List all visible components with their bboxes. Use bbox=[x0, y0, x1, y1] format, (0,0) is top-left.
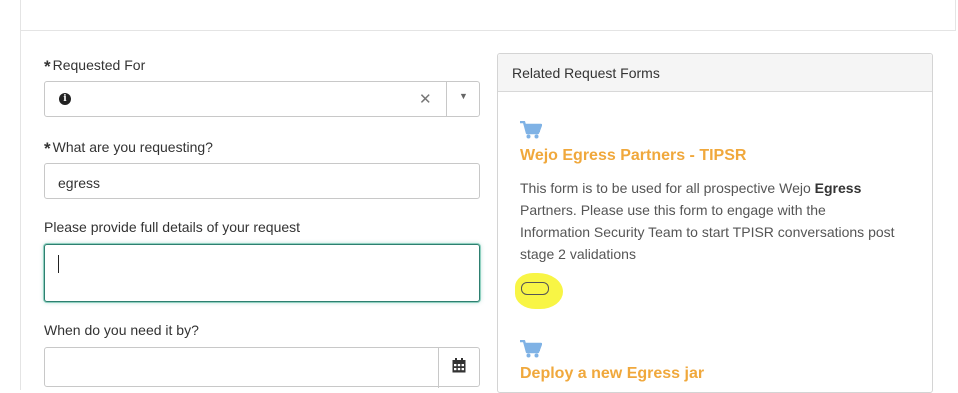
cart-icon[interactable] bbox=[520, 339, 543, 363]
tag-button[interactable] bbox=[521, 282, 549, 295]
calendar-divider bbox=[438, 348, 439, 388]
what-requesting-value: egress bbox=[58, 175, 101, 191]
related-forms-header: Related Request Forms bbox=[498, 54, 932, 92]
cart-icon[interactable] bbox=[520, 120, 543, 144]
top-panel bbox=[20, 0, 956, 31]
text-caret bbox=[58, 255, 59, 273]
related-form-title-link[interactable]: Wejo Egress Partners - TIPSR bbox=[520, 147, 746, 165]
description-highlight: Egress bbox=[814, 180, 862, 196]
what-requesting-label: What are you requesting? bbox=[52, 139, 213, 155]
need-by-date-input[interactable] bbox=[44, 347, 480, 388]
requested-for-select[interactable]: i ✕ ▼ bbox=[44, 81, 480, 117]
requested-for-label: Requested For bbox=[52, 57, 146, 73]
description-text: This form is to be used for all prospect… bbox=[520, 180, 815, 196]
related-form-description: This form is to be used for all prospect… bbox=[520, 177, 895, 265]
select-divider bbox=[446, 82, 447, 116]
related-form-title-link[interactable]: Deploy a new Egress jar bbox=[520, 365, 704, 383]
calendar-icon[interactable] bbox=[452, 358, 466, 376]
chevron-down-icon[interactable]: ▼ bbox=[459, 91, 468, 101]
form-border bbox=[20, 30, 21, 390]
requested-for-label-row: * Requested For bbox=[44, 55, 146, 76]
what-requesting-input[interactable]: egress bbox=[44, 163, 480, 199]
details-textarea[interactable] bbox=[44, 244, 480, 302]
required-marker: * bbox=[44, 57, 51, 76]
clear-icon[interactable]: ✕ bbox=[419, 90, 432, 108]
what-requesting-label-row: * What are you requesting? bbox=[44, 137, 213, 158]
info-icon: i bbox=[59, 93, 71, 105]
need-by-label: When do you need it by? bbox=[44, 322, 199, 338]
required-marker: * bbox=[44, 139, 51, 158]
details-label: Please provide full details of your requ… bbox=[44, 219, 301, 235]
description-text: Partners. Please use this form to engage… bbox=[520, 202, 895, 262]
related-forms-title: Related Request Forms bbox=[512, 65, 660, 81]
related-forms-panel: Related Request Forms Wejo Egress Partne… bbox=[497, 53, 933, 393]
